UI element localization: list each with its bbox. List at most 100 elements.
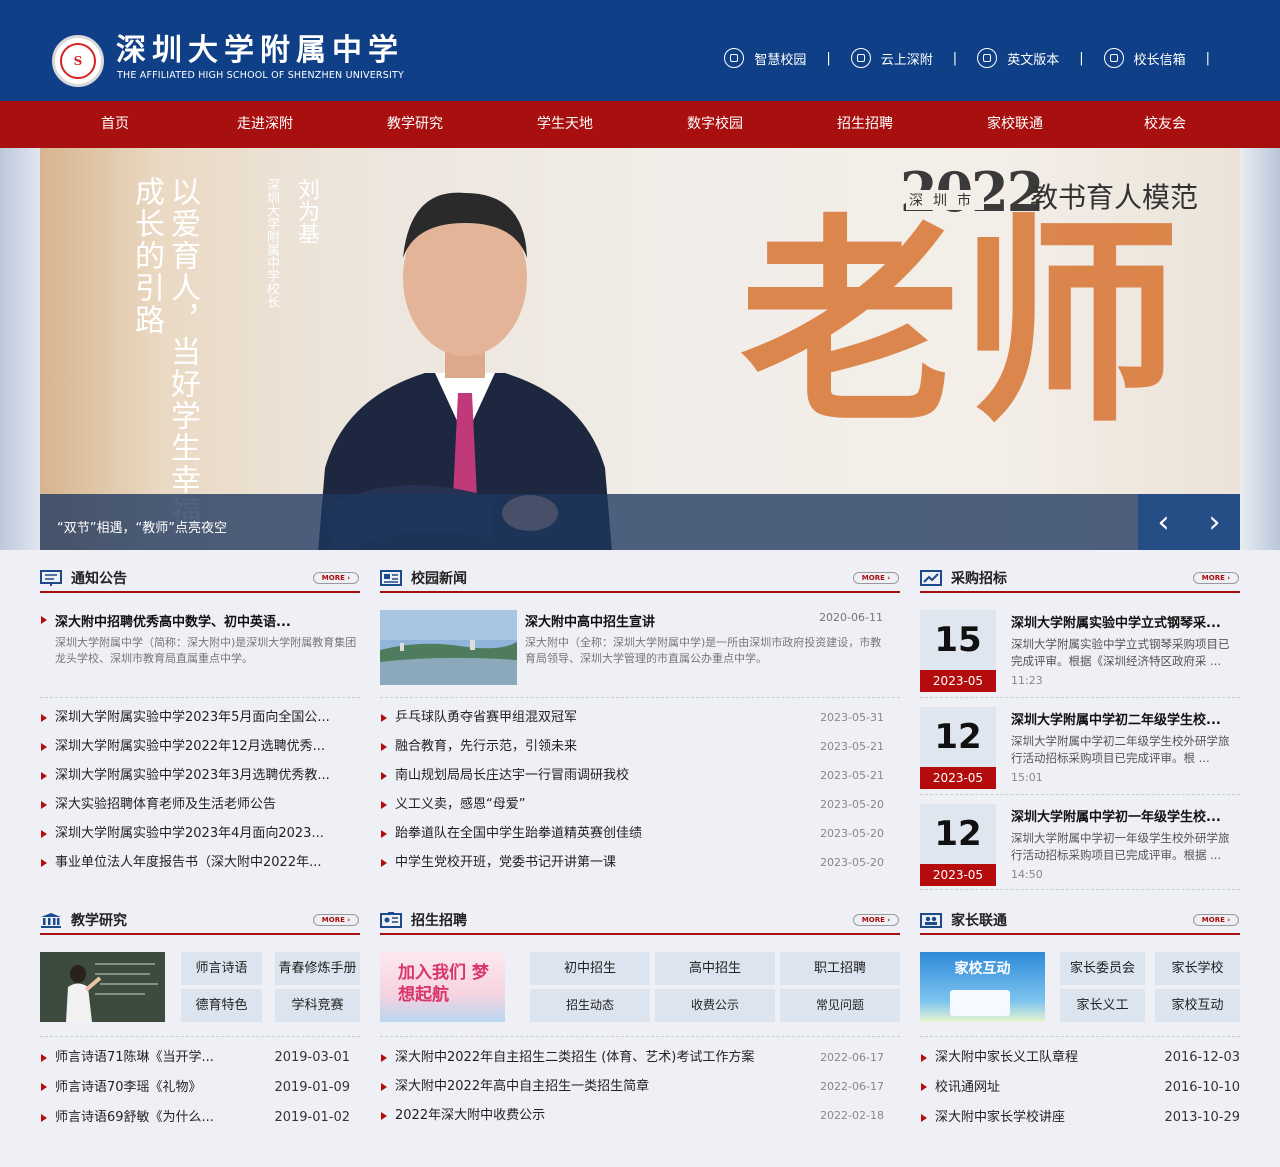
card-desc: 深圳大学附属中学初二年级学生校外研学旅行活动招标采购项目已完成评审。根 ... <box>1011 734 1230 765</box>
divider <box>380 697 900 698</box>
parents-section: 家长联通 MORE › 家校互动 家长委员会 家长学校 家长义工 家校互动 <box>920 907 1240 1022</box>
card-title: 深圳大学附属实验中学立式钢琴采... <box>1011 616 1221 631</box>
news-more-button[interactable]: MORE › <box>853 572 899 584</box>
nav-admission[interactable]: 招生招聘 <box>790 101 940 148</box>
procurement-title: 采购招标 <box>951 571 1007 587</box>
home-school-image[interactable]: 家校互动 <box>920 952 1045 1022</box>
home-school-text: 家校互动 <box>954 961 1011 977</box>
admission-button[interactable]: 招生动态 <box>530 989 650 1022</box>
computer-icon <box>950 990 1010 1016</box>
list-item[interactable]: 跆拳道队在全国中学生跆拳道精英赛创佳绩 2023-05-20 <box>380 819 900 848</box>
news-list: 乒乓球队勇夺省赛甲组混双冠军 2023-05-31 融合教育，先行示范，引领未来 2… <box>380 703 900 877</box>
cloud-link[interactable]: 云上深附 | <box>850 48 977 68</box>
list-item[interactable]: 中学生党校开班，党委书记开讲第一课 2023-05-20 <box>380 848 900 877</box>
teaching-more-button[interactable]: MORE › <box>313 914 359 926</box>
admission-more-button[interactable]: MORE › <box>853 914 899 926</box>
admission-header: 招生招聘 MORE › <box>380 907 900 935</box>
site-title[interactable]: 深圳大学附属中学 <box>116 34 404 68</box>
admission-button[interactable]: 初中招生 <box>530 952 650 985</box>
admission-button[interactable]: 常见问题 <box>780 989 900 1022</box>
list-item[interactable]: 师言诗语70李瑶《礼物》 2019-01-09 <box>40 1072 350 1103</box>
divider <box>40 697 360 698</box>
notice-featured-title[interactable]: 深大附中招聘优秀高中数学、初中英语... <box>55 611 291 630</box>
banner-caption[interactable]: “双节”相遇，“教师”点亮夜空 <box>57 517 227 536</box>
english-version-link[interactable]: 英文版本 | <box>977 48 1103 68</box>
list-item[interactable]: 义工义卖，感恩“母爱” 2023-05-20 <box>380 790 900 819</box>
admission-button[interactable]: 高中招生 <box>655 952 775 985</box>
blackboard-image[interactable] <box>40 952 165 1022</box>
list-item[interactable]: 深圳大学附属实验中学2023年3月选聘优秀教... <box>40 761 360 790</box>
nav-digital-campus[interactable]: 数字校园 <box>640 101 790 148</box>
admission-button[interactable]: 职工招聘 <box>780 952 900 985</box>
banner-slogan: 以爱育人，当好学生幸福成长的引路 <box>129 176 200 528</box>
admission-section: 招生招聘 MORE › 加入我们 梦想起航 初中招生 高中招生 职工招聘 招生动… <box>380 907 900 1022</box>
teaching-button[interactable]: 师言诗语 <box>181 952 262 985</box>
banner-slide[interactable]: 以爱育人，当好学生幸福成长的引路 刘为基 深圳大学附属中学校长 2022 深圳市… <box>40 148 1240 550</box>
nav-home-school[interactable]: 家校联通 <box>940 101 1090 148</box>
procurement-card[interactable]: 12 2023-05 深圳大学附属中学初一年级学生校... 深圳大学附属中学初一… <box>920 804 1240 886</box>
list-item[interactable]: 深大附中家长义工队章程 2016-12-03 <box>920 1043 1240 1072</box>
join-us-text: 加入我们 梦想起航 <box>398 963 489 1005</box>
procurement-card[interactable]: 15 2023-05 深圳大学附属实验中学立式钢琴采... 深圳大学附属实验中学… <box>920 610 1240 692</box>
procurement-more-button[interactable]: MORE › <box>1193 572 1239 584</box>
card-month: 2023-05 <box>920 864 996 886</box>
list-item[interactable]: 2022年深大附中收费公示 2022-02-18 <box>380 1101 900 1130</box>
list-item[interactable]: 深圳大学附属实验中学2023年4月面向2023... <box>40 819 360 848</box>
site-subtitle: THE AFFILIATED HIGH SCHOOL OF SHENZHEN U… <box>117 70 404 81</box>
list-item[interactable]: 深大附中家长学校讲座 2013-10-29 <box>920 1103 1240 1132</box>
notice-featured-desc: 深圳大学附属中学（简称：深大附中)是深圳大学附属教育集团龙头学校、深圳市教育局直… <box>55 636 357 665</box>
card-day: 15 <box>920 610 996 670</box>
next-arrow-icon[interactable]: › <box>1209 505 1221 540</box>
list-item[interactable]: 深圳大学附属实验中学2023年5月面向全国公... <box>40 703 360 732</box>
list-item[interactable]: 校讯通网址 2016-10-10 <box>920 1072 1240 1103</box>
list-item[interactable]: 师言诗语69舒敏《为什么... 2019-01-02 <box>40 1103 350 1132</box>
procurement-card[interactable]: 12 2023-05 深圳大学附属中学初二年级学生校... 深圳大学附属中学初二… <box>920 707 1240 789</box>
teaching-button[interactable]: 德育特色 <box>181 989 262 1022</box>
list-item[interactable]: 深大附中2022年高中自主招生一类招生简章 2022-06-17 <box>380 1072 900 1101</box>
teaching-button[interactable]: 青春修炼手册 <box>275 952 360 985</box>
parents-button[interactable]: 家校互动 <box>1155 989 1240 1022</box>
card-month: 2023-05 <box>920 767 996 789</box>
list-item[interactable]: 师言诗语71陈琳《当开学... 2019-03-01 <box>40 1043 350 1072</box>
card-desc: 深圳大学附属实验中学立式钢琴采购项目已完成评审。根据《深圳经济特区政府采 ... <box>1011 637 1230 668</box>
card-time: 15:01 <box>1011 771 1043 784</box>
card-title: 深圳大学附属中学初二年级学生校... <box>1011 713 1221 728</box>
notice-header: 通知公告 MORE › <box>40 565 360 593</box>
nav-teaching[interactable]: 教学研究 <box>340 101 490 148</box>
divider <box>920 1036 1240 1037</box>
list-item[interactable]: 南山规划局局长庄达宇一行冒雨调研我校 2023-05-21 <box>380 761 900 790</box>
join-us-image[interactable]: 加入我们 梦想起航 <box>380 952 505 1022</box>
news-featured-title[interactable]: 深大附中高中招生宣讲 <box>525 611 655 630</box>
parents-button[interactable]: 家长学校 <box>1155 952 1240 985</box>
smart-campus-link[interactable]: 智慧校园 | <box>724 48 850 68</box>
list-item[interactable]: 深大附中2022年自主招生二类招生 (体育、艺术)考试工作方案 2022-06-1… <box>380 1043 900 1072</box>
nav-about[interactable]: 走进深附 <box>190 101 340 148</box>
list-item[interactable]: 事业单位法人年度报告书（深大附中2022年... <box>40 848 360 877</box>
parents-button[interactable]: 家长义工 <box>1060 989 1145 1022</box>
teaching-section: 教学研究 MORE › 师言诗语 青春修炼手册 德育特色 学科竞赛 <box>40 907 360 1022</box>
teaching-list: 师言诗语71陈琳《当开学... 2019-03-01 师言诗语70李瑶《礼物》 20… <box>40 1043 350 1132</box>
admission-button[interactable]: 收费公示 <box>655 989 775 1022</box>
nav-students[interactable]: 学生天地 <box>490 101 640 148</box>
teaching-title: 教学研究 <box>71 913 127 929</box>
list-item[interactable]: 乒乓球队勇夺省赛甲组混双冠军 2023-05-31 <box>380 703 900 732</box>
news-header: 校园新闻 MORE › <box>380 565 900 593</box>
school-logo[interactable]: S <box>52 35 104 87</box>
principal-mailbox-link[interactable]: 校长信箱 | <box>1103 48 1230 68</box>
notice-more-button[interactable]: MORE › <box>313 572 359 584</box>
parents-button[interactable]: 家长委员会 <box>1060 952 1145 985</box>
teaching-button[interactable]: 学科竞赛 <box>275 989 360 1022</box>
parents-icon <box>920 913 942 928</box>
nav-alumni[interactable]: 校友会 <box>1090 101 1240 148</box>
news-featured-image[interactable] <box>380 610 517 685</box>
list-item[interactable]: 深圳大学附属实验中学2022年12月选聘优秀... <box>40 732 360 761</box>
news-featured-date: 2020-06-11 <box>819 611 883 624</box>
list-item[interactable]: 融合教育，先行示范，引领未来 2023-05-21 <box>380 732 900 761</box>
newspaper-icon <box>380 570 402 586</box>
nav-home[interactable]: 首页 <box>40 101 190 148</box>
news-featured-desc: 深大附中（全称：深圳大学附属中学)是一所由深圳市政府投资建设，市教育局领导、深圳… <box>525 636 882 665</box>
smart-campus-icon <box>724 48 745 68</box>
parents-more-button[interactable]: MORE › <box>1193 914 1239 926</box>
prev-arrow-icon[interactable]: ‹ <box>1158 505 1170 540</box>
list-item[interactable]: 深大实验招聘体育老师及生活老师公告 <box>40 790 360 819</box>
